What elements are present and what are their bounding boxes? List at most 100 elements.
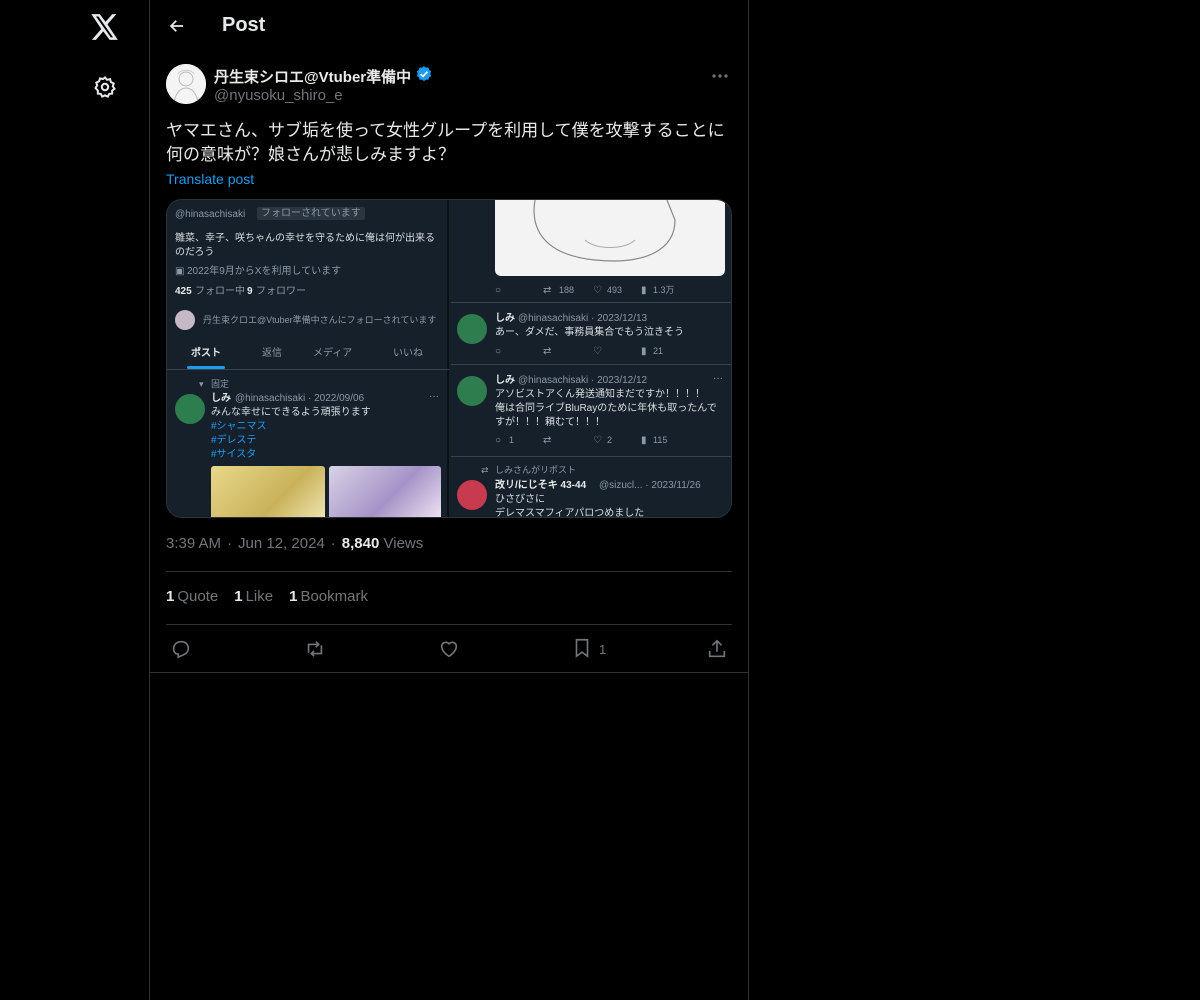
media-tweet-meta: @hinasachisaki · 2023/12/12 [518,375,648,386]
media-like-count: 493 [607,285,623,295]
translate-post-link[interactable]: Translate post [166,171,254,187]
media-tweet-avatar [457,480,487,510]
media-tweet-text: アソビストアくん発送通知まだですか！！！！ [495,389,705,400]
media-tweet-meta: @sizucl... · 2023/11/26 [599,480,701,491]
media-divider [451,364,731,365]
media-hashtag: #サイスタ [211,449,257,460]
media-repost-label: しみさんがリポスト [495,465,577,475]
media-divider [167,369,449,370]
divider [166,571,732,572]
media-views-icon: ▮ [641,346,647,357]
media-thumbnail [329,466,441,517]
media-retweet-icon: ⇄ [543,285,552,296]
media-repost-icon: ⇄ [481,465,489,475]
bookmarks-stat[interactable]: 1 Bookmark [289,588,368,605]
meta-dot: · [330,535,336,552]
media-pinned-label: 固定 [211,379,230,389]
media-like-icon: ♡ [593,435,602,446]
media-tab: ポスト [191,348,221,359]
media-tab: 返信 [262,348,282,359]
media-following-count: 425 [175,286,192,297]
quotes-stat[interactable]: 1 Quote [166,588,218,605]
avatar[interactable] [166,64,206,104]
media-more-icon: ··· [429,391,439,402]
media-retweet-icon: ⇄ [543,346,552,357]
share-icon[interactable] [706,636,728,662]
media-reply-count: 1 [509,435,515,445]
media-tab: メディア [313,348,353,359]
media-tweet-avatar [175,394,205,424]
post-column: Post 丹生束シロエ@Vtuber準備中 @nyusoku_shiro_e ヤ… [149,0,749,1000]
media-divider [451,456,731,457]
post-text-line: 何の意味が？娘さんが悲しみますよ？ [166,145,455,164]
media-tweet-name: しみ [495,313,515,324]
media-tweet-avatar [457,376,487,406]
media-bio: 雛菜、幸子、咲ちゃんの幸せを守るために俺は何が出来る [175,233,435,244]
header: Post [150,0,748,53]
post-text-line: ヤマエさん、サブ垢を使って女性グループを利用して僕を攻撃することに [166,121,725,140]
divider [150,672,748,673]
gear-icon[interactable] [89,71,121,103]
repost-icon[interactable] [303,636,327,662]
media-tweet-name: しみ [211,393,231,404]
media-views-icon: ▮ [641,285,647,296]
post-time[interactable]: 3:39 AM [166,535,221,552]
media-bio: のだろう [175,247,215,258]
media-tab: いいね [393,348,423,359]
media-joined: 2022年9月からXを利用しています [187,266,342,277]
media-followers-label: フォロワー [256,286,306,297]
x-logo-icon[interactable] [89,11,121,43]
media-reply-icon: ○ [495,435,502,446]
views-count: 8,840 [341,535,380,552]
heart-icon[interactable] [438,636,460,662]
more-options-icon[interactable] [708,64,732,88]
media-profile-handle: @hinasachisaki [175,209,246,220]
media-following-label: フォロー中 [195,286,245,297]
post-date[interactable]: Jun 12, 2024 [238,535,325,552]
author-handle[interactable]: @nyusoku_shiro_e [214,87,343,104]
media-calendar-icon: ▣ [175,266,185,277]
media-sketch-image [495,200,725,276]
bookmark-button[interactable]: 1 [571,636,606,662]
action-bar: 1 [166,636,732,662]
media-like-icon: ♡ [593,285,602,296]
bookmarks-count: 1 [289,588,298,605]
bookmarks-label: Bookmark [300,588,368,605]
media-pin-icon: ▾ [199,379,204,389]
post-stats: 1 Quote 1 Like 1 Bookmark [166,588,368,605]
media-retweet-count: 188 [559,285,575,295]
media-views-icon: ▮ [641,435,647,446]
media-tweet-text: デレマスマフィアパロつめました [495,508,645,518]
likes-count: 1 [234,588,243,605]
media-like-count: 2 [607,435,613,445]
media-right-panel: ○ ⇄ 188 ♡ 493 ▮ 1.3万 しみ @hinasachisaki ·… [451,200,731,518]
post-media-image[interactable]: @hinasachisaki フォローされています 雛菜、幸子、咲ちゃんの幸せを… [166,199,732,518]
reply-icon[interactable] [170,636,192,662]
media-views-count: 115 [653,435,668,445]
media-reply-icon: ○ [495,285,502,296]
arrow-left-icon[interactable] [164,13,190,39]
verified-badge-icon [415,65,433,88]
media-hashtag: #デレステ [211,435,257,446]
media-tweet-text: みんな幸せにできるよう頑張ります [211,407,371,418]
author-name[interactable]: 丹生束シロエ@Vtuber準備中 [214,66,411,87]
quotes-count: 1 [166,588,175,605]
views-label: Views [383,535,424,552]
media-reply-icon: ○ [495,346,502,357]
media-tweet-text: すが！！！頼むて！！！ [495,417,605,428]
post-meta: 3:39 AM · Jun 12, 2024 · 8,840 Views [166,535,423,552]
post-text: ヤマエさん、サブ垢を使って女性グループを利用して僕を攻撃することに 何の意味が？… [166,119,732,167]
bookmark-count: 1 [599,641,607,657]
left-nav [0,0,150,1000]
media-tweet-avatar [457,314,487,344]
media-hashtag: #シャニマス [211,421,267,432]
quotes-label: Quote [177,588,219,605]
media-tweet-text: ひさびさに [495,494,545,505]
media-tweet-text: あー、ダメだ、事務員集合でもう泣きそう [495,327,684,338]
media-like-icon: ♡ [593,346,602,357]
media-tweet-text: 俺は合同ライブBluRayのために年休も取ったんで [495,403,717,414]
bookmark-icon [571,637,593,662]
media-left-panel: @hinasachisaki フォローされています 雛菜、幸子、咲ちゃんの幸せを… [167,200,449,517]
media-thumbnail [211,466,325,517]
likes-stat[interactable]: 1 Like [234,588,273,605]
